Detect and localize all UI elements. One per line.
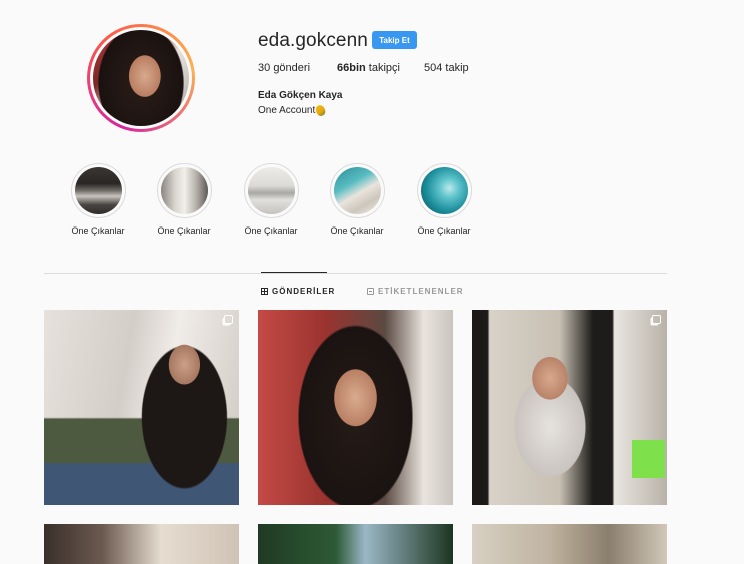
profile-bio: One Account [258, 103, 328, 118]
highlight-ring [416, 163, 472, 218]
highlight-ring [329, 163, 385, 218]
follow-button[interactable]: Takip Et [372, 31, 417, 49]
followers-count-label: takipçi [368, 62, 400, 74]
posts-count-value: 30 [258, 62, 271, 74]
highlight-ring [156, 163, 212, 218]
highlight-item[interactable]: Öne Çıkanlar [226, 163, 316, 236]
post-thumbnail[interactable] [258, 524, 453, 564]
green-box-detail [632, 440, 665, 478]
highlight-item[interactable]: Öne Çıkanlar [139, 163, 229, 236]
following-count-label: takip [445, 62, 469, 74]
active-tab-indicator [261, 272, 327, 273]
highlight-label: Öne Çıkanlar [417, 226, 471, 236]
tab-tagged[interactable]: ETİKETLENENLER [367, 287, 464, 296]
posts-count-label: gönderi [273, 62, 311, 74]
post-thumbnail[interactable] [44, 524, 239, 564]
tag-icon [367, 288, 374, 295]
pineapple-emoji-icon [314, 103, 328, 118]
highlight-label: Öne Çıkanlar [330, 226, 384, 236]
avatar-photo [93, 30, 189, 126]
followers-count[interactable]: 66bin takipçi [337, 62, 400, 74]
highlight-ring [243, 163, 299, 218]
profile-avatar[interactable] [87, 24, 195, 132]
highlight-image [420, 167, 468, 214]
tabs-divider [44, 273, 667, 274]
following-count-value: 504 [424, 62, 443, 74]
tab-posts-label: GÖNDERİLER [272, 287, 336, 296]
post-thumbnail[interactable] [44, 310, 239, 505]
highlight-label: Öne Çıkanlar [244, 226, 298, 236]
profile-full-name: Eda Gökçen Kaya [258, 90, 343, 101]
profile-username: eda.gokcenn [258, 30, 368, 51]
bio-text: One Account [258, 105, 316, 116]
highlight-image [333, 167, 381, 214]
highlight-label: Öne Çıkanlar [71, 226, 125, 236]
highlight-item[interactable]: Öne Çıkanlar [399, 163, 489, 236]
highlight-label: Öne Çıkanlar [157, 226, 211, 236]
post-thumbnail[interactable] [472, 524, 667, 564]
avatar-border [90, 27, 192, 129]
tab-tagged-label: ETİKETLENENLER [378, 287, 464, 296]
posts-count: 30 gönderi [258, 62, 310, 74]
grid-icon [261, 288, 268, 295]
highlight-image [247, 167, 295, 214]
highlight-item[interactable]: Öne Çıkanlar [53, 163, 143, 236]
tab-posts[interactable]: GÖNDERİLER [261, 287, 335, 296]
highlight-ring [70, 163, 126, 218]
highlight-item[interactable]: Öne Çıkanlar [312, 163, 402, 236]
multiple-images-icon [652, 315, 661, 324]
highlight-image [74, 167, 122, 214]
highlight-image [160, 167, 208, 214]
following-count[interactable]: 504 takip [424, 62, 469, 74]
followers-count-value: 66bin [337, 62, 366, 74]
post-thumbnail[interactable] [472, 310, 667, 505]
post-thumbnail[interactable] [258, 310, 453, 505]
multiple-images-icon [224, 315, 233, 324]
